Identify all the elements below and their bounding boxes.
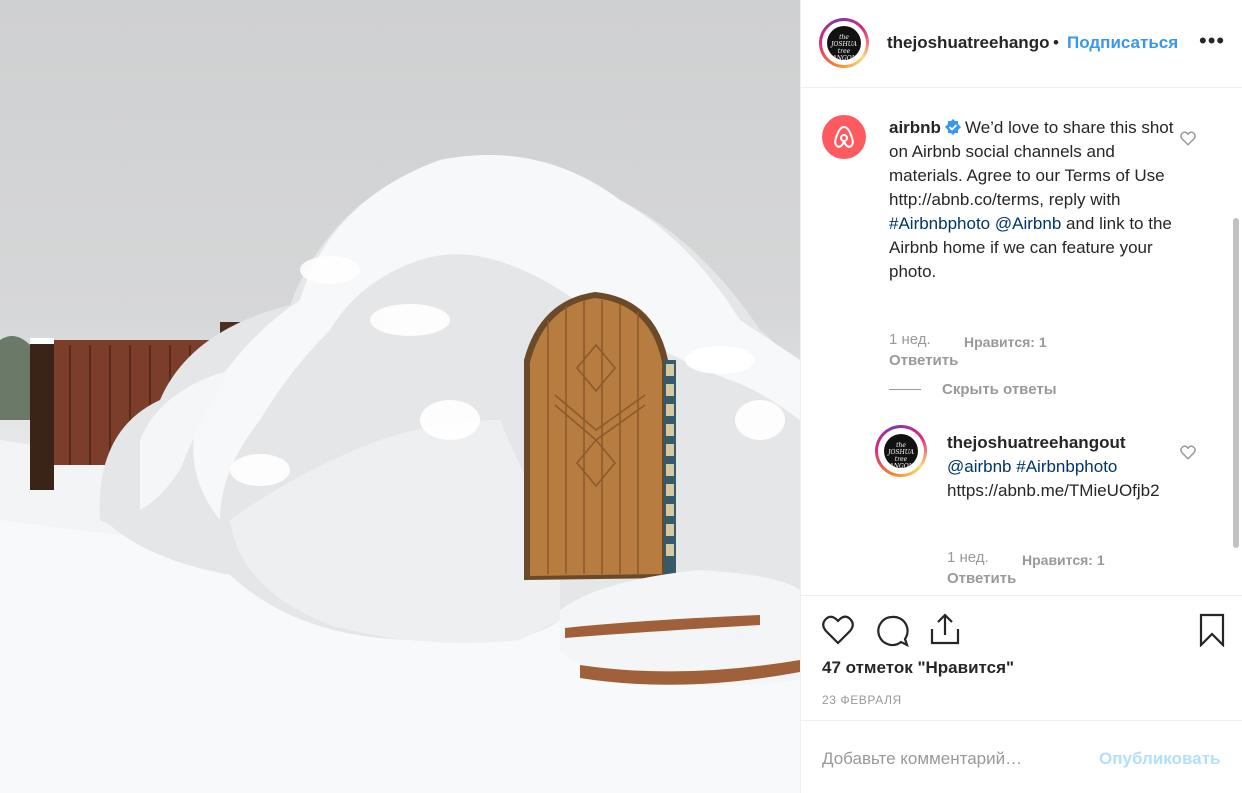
mention-link[interactable]: @Airbnb <box>995 214 1061 233</box>
comment-like-heart-icon[interactable] <box>1179 129 1197 147</box>
comment-username[interactable]: airbnb <box>889 118 941 137</box>
post-author-username[interactable]: thejoshuatreehangout <box>887 33 1049 53</box>
wooden-door <box>530 298 662 576</box>
reply-comment-text: thejoshuatreehangout @airbnb #Airbnbphot… <box>947 431 1172 503</box>
comment-text: airbnb We’d love to share this shot on Ai… <box>889 116 1174 284</box>
post-actions: 47 отметок "Нравится" 23 ФЕВРАЛЯ <box>801 595 1242 720</box>
publish-button[interactable]: Опубликовать <box>1099 749 1220 769</box>
instagram-post: the JOSHUA tree HANGOUT thejoshuatreehan… <box>0 0 1242 793</box>
post-date[interactable]: 23 ФЕВРАЛЯ <box>822 693 902 707</box>
comment-username[interactable]: thejoshuatreehangout <box>947 431 1172 455</box>
share-icon[interactable] <box>928 611 962 647</box>
comment-time: 1 нед. <box>889 331 931 348</box>
divider <box>889 389 921 390</box>
post-photo[interactable] <box>0 0 800 793</box>
comment-link[interactable]: https://abnb.me/TMieUOfjb2 <box>947 479 1172 503</box>
comment-likes[interactable]: Нравится: 1 <box>1022 552 1105 569</box>
avatar[interactable]: the JOSHUA tree HANGOUT <box>827 26 861 60</box>
comment-input[interactable] <box>822 749 1072 769</box>
post-header: the JOSHUA tree HANGOUT thejoshuatreehan… <box>801 0 1242 88</box>
heart-icon[interactable] <box>821 614 855 646</box>
post-side-panel: the JOSHUA tree HANGOUT thejoshuatreehan… <box>800 0 1242 793</box>
likes-count[interactable]: 47 отметок "Нравится" <box>822 658 1014 678</box>
reply-button[interactable]: Ответить <box>889 352 958 369</box>
follow-button[interactable]: Подписаться <box>1067 33 1178 53</box>
comment-like-heart-icon[interactable] <box>1179 443 1197 461</box>
hide-replies-button[interactable]: Скрыть ответы <box>942 381 1057 398</box>
hashtag-link[interactable]: #Airbnbphoto <box>1016 457 1117 476</box>
reply-button[interactable]: Ответить <box>947 570 1016 587</box>
igloo-photo <box>0 155 800 793</box>
more-options-icon[interactable]: ••• <box>1199 28 1225 54</box>
verified-badge-icon <box>944 119 961 135</box>
scrollbar-thumb[interactable] <box>1233 218 1239 548</box>
airbnb-logo-icon <box>834 125 854 148</box>
avatar[interactable] <box>822 115 866 159</box>
bookmark-icon[interactable] <box>1198 613 1226 647</box>
hashtag-link[interactable]: #Airbnbphoto <box>889 214 990 233</box>
comment-likes[interactable]: Нравится: 1 <box>964 334 1047 351</box>
comment-time: 1 нед. <box>947 549 989 566</box>
separator-dot: • <box>1053 33 1059 52</box>
comment-likes-label[interactable]: Нравится: 1 <box>964 334 1047 350</box>
comment-likes-label[interactable]: Нравится: 1 <box>1022 552 1105 568</box>
avatar[interactable]: the JOSHUA tree HANGOUT <box>884 434 918 468</box>
mention-link[interactable]: @airbnb <box>947 457 1012 476</box>
add-comment-bar: Опубликовать <box>801 720 1242 793</box>
comment-icon[interactable] <box>875 614 909 648</box>
comments-list[interactable]: airbnb We’d love to share this shot on Ai… <box>801 88 1242 595</box>
